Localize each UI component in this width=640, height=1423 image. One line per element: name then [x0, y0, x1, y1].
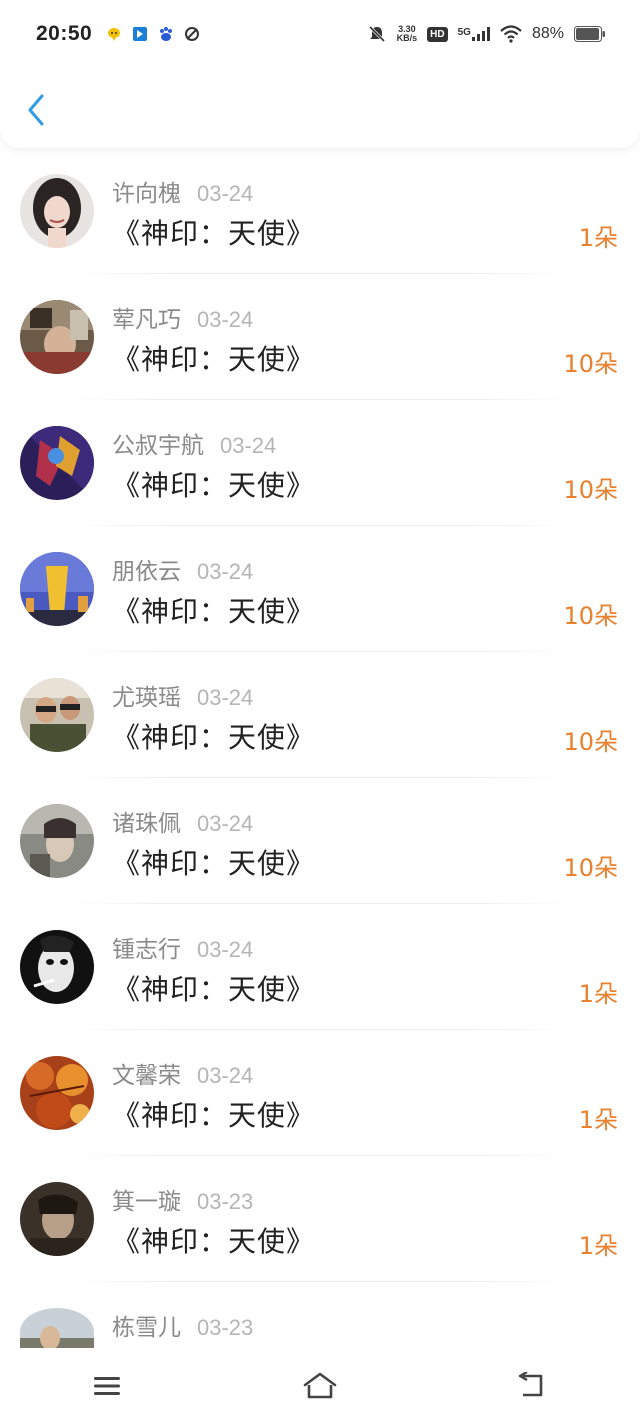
sender-line: 栋雪儿 03-23 — [112, 1308, 253, 1342]
mute-bell-icon — [368, 25, 385, 43]
flower-count: 1朵 — [578, 1106, 618, 1134]
avatar[interactable] — [20, 930, 94, 1004]
top-navbar — [0, 68, 640, 148]
system-nav-bar — [0, 1348, 640, 1423]
book-title: 《神印：天使》 — [112, 1099, 316, 1132]
avatar[interactable] — [20, 804, 94, 878]
send-date: 03-24 — [197, 307, 254, 332]
sender-line: 诸珠佩 03-24 — [112, 804, 253, 838]
flower-count: 10朵 — [563, 854, 618, 882]
avatar[interactable] — [20, 174, 94, 248]
avatar[interactable] — [20, 426, 94, 500]
battery-percent: 88% — [531, 25, 564, 42]
network-type: 5G — [457, 27, 471, 38]
home-icon — [303, 1372, 337, 1398]
net-speed: 3.30 KB/s — [397, 25, 418, 43]
list-item[interactable]: 箕一璇 03-23 《神印：天使》 1朵 — [0, 1156, 640, 1282]
send-date: 03-23 — [197, 1315, 254, 1340]
sender-line: 锺志行 03-24 — [112, 930, 253, 964]
sender-line: 文馨荣 03-24 — [112, 1056, 253, 1090]
list-item[interactable]: 许向槐 03-24 《神印：天使》 1朵 — [0, 148, 640, 274]
sender-name: 栋雪儿 — [112, 1315, 181, 1341]
sender-name: 公叔宇航 — [112, 433, 204, 459]
list-item[interactable]: 尤瑛瑶 03-24 《神印：天使》 10朵 — [0, 652, 640, 778]
app-notification-icon — [133, 27, 148, 41]
flower-count: 1朵 — [578, 1232, 618, 1260]
avatar[interactable] — [20, 1182, 94, 1256]
flower-count: 1朵 — [578, 980, 618, 1008]
send-date: 03-24 — [197, 685, 254, 710]
sender-line: 荤凡巧 03-24 — [112, 300, 253, 334]
send-date: 03-24 — [197, 181, 254, 206]
list-item[interactable]: 公叔宇航 03-24 《神印：天使》 10朵 — [0, 400, 640, 526]
signal-indicator: 5G — [458, 27, 490, 41]
chat-bubble-icon — [108, 28, 121, 41]
chevron-left-icon — [28, 94, 44, 126]
book-title: 《神印：天使》 — [112, 847, 316, 880]
status-time: 20:50 — [36, 22, 93, 45]
back-icon — [519, 1371, 543, 1396]
avatar[interactable] — [20, 678, 94, 752]
flower-count: 10朵 — [563, 350, 618, 378]
sender-name: 尤瑛瑶 — [112, 685, 181, 711]
list-item[interactable]: 朋依云 03-24 《神印：天使》 10朵 — [0, 526, 640, 652]
sender-line: 许向槐 03-24 — [112, 174, 253, 208]
baidu-icon — [160, 27, 173, 41]
list-item[interactable]: 文馨荣 03-24 《神印：天使》 1朵 — [0, 1030, 640, 1156]
send-date: 03-24 — [197, 811, 254, 836]
cellular-signal-icon — [471, 27, 490, 41]
send-date: 03-23 — [197, 1189, 254, 1214]
list-item[interactable]: 荤凡巧 03-24 《神印：天使》 10朵 — [0, 274, 640, 400]
gift-record-list: 许向槐 03-24 《神印：天使》 1朵 荤凡巧 03-24 《神印：天使》 10朵… — [0, 148, 640, 1356]
sync-icon — [185, 27, 200, 41]
sender-name: 锺志行 — [112, 937, 181, 963]
book-title: 《神印：天使》 — [112, 343, 316, 376]
sender-line: 朋依云 03-24 — [112, 552, 253, 586]
avatar[interactable] — [20, 300, 94, 374]
home-button[interactable] — [290, 1361, 350, 1411]
sender-name: 许向槐 — [112, 181, 181, 207]
net-speed-unit: KB/s — [396, 33, 418, 43]
notification-icons — [106, 26, 200, 42]
menu-button[interactable] — [77, 1361, 137, 1411]
sender-line: 尤瑛瑶 03-24 — [112, 678, 253, 712]
list-item[interactable]: 诸珠佩 03-24 《神印：天使》 10朵 — [0, 778, 640, 904]
list-item[interactable]: 栋雪儿 03-23 — [0, 1282, 640, 1356]
wifi-icon — [500, 25, 522, 43]
flower-count: 1朵 — [578, 224, 618, 252]
status-left: 20:50 — [36, 22, 200, 46]
avatar[interactable] — [20, 552, 94, 626]
sender-name: 箕一璇 — [112, 1189, 181, 1215]
send-date: 03-24 — [197, 1063, 254, 1088]
book-title: 《神印：天使》 — [112, 973, 316, 1006]
hd-badge: HD — [427, 26, 448, 42]
sender-name: 朋依云 — [112, 559, 181, 585]
back-button[interactable] — [22, 92, 52, 128]
book-title: 《神印：天使》 — [112, 469, 316, 502]
menu-icon — [93, 1376, 120, 1395]
book-title: 《神印：天使》 — [112, 721, 316, 754]
avatar[interactable] — [20, 1056, 94, 1130]
send-date: 03-24 — [197, 559, 254, 584]
system-back-button[interactable] — [503, 1361, 563, 1411]
book-title: 《神印：天使》 — [112, 217, 316, 250]
status-bar: 20:50 3.30 KB/s HD 5G 88% — [0, 0, 640, 68]
sender-name: 荤凡巧 — [112, 307, 181, 333]
flower-count: 10朵 — [563, 728, 618, 756]
status-right: 3.30 KB/s HD 5G 88% — [367, 24, 606, 44]
flower-count: 10朵 — [563, 476, 618, 504]
sender-name: 文馨荣 — [112, 1063, 181, 1089]
list-item[interactable]: 锺志行 03-24 《神印：天使》 1朵 — [0, 904, 640, 1030]
book-title: 《神印：天使》 — [112, 595, 316, 628]
sender-name: 诸珠佩 — [112, 811, 181, 837]
battery-icon — [574, 26, 605, 42]
send-date: 03-24 — [197, 937, 254, 962]
book-title: 《神印：天使》 — [112, 1225, 316, 1258]
sender-line: 公叔宇航 03-24 — [112, 426, 276, 460]
send-date: 03-24 — [220, 433, 277, 458]
sender-line: 箕一璇 03-23 — [112, 1182, 253, 1216]
flower-count: 10朵 — [563, 602, 618, 630]
